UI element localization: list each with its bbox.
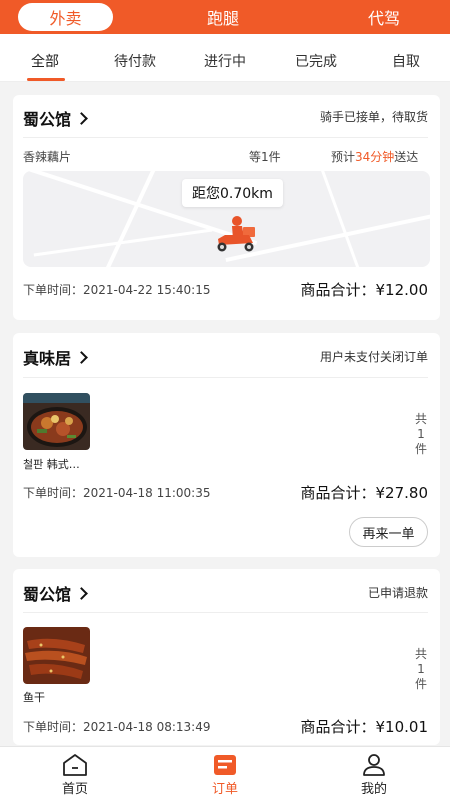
order-status: 用户未支付关闭订单 [319,350,428,364]
shop-link[interactable]: 蜀公馆 [23,106,88,130]
nav-home[interactable]: 首页 [45,747,105,800]
tab-all[interactable]: 全部 [31,51,59,71]
tab-waimai[interactable]: 外卖 [18,3,113,31]
active-tab-indicator [27,78,65,81]
product-image[interactable] [23,627,90,684]
order-time-value: 2021-04-18 11:00:35 [83,486,211,500]
tab-completed[interactable]: 已完成 [295,51,337,71]
item-quantity: 等1件 [249,150,281,164]
order-total: 商品合计：¥12.00 [300,279,428,300]
eta-time: 34分钟 [355,150,395,164]
shop-link[interactable]: 蜀公馆 [23,581,88,605]
divider [23,612,428,613]
home-icon [63,754,87,776]
product-name: 鱼干 [23,691,45,704]
chevron-right-icon [75,111,88,125]
tab-in-progress[interactable]: 进行中 [204,51,246,71]
distance-label: 距您0.70km [182,179,283,207]
bottom-navigation: 首页 订单 我的 [0,746,450,800]
item-count: 共 1 件 [414,412,428,457]
order-total: 商品合计：¥27.80 [300,482,428,503]
scooter-rider-icon [217,216,255,252]
shop-name: 蜀公馆 [23,110,72,129]
total-label: 商品合计： [300,281,376,299]
order-card[interactable]: 真味居 用户未支付关闭订单 철판 韩式… 共 1 件 下单时间：2021-04-… [13,333,440,557]
total-value: ¥12.00 [375,281,429,299]
tab-pending-payment[interactable]: 待付款 [114,51,156,71]
delivery-map[interactable]: 距您0.70km [23,171,430,267]
order-status: 已申请退款 [367,586,428,600]
chevron-right-icon [75,586,88,600]
orders-icon [214,755,236,775]
nav-mine[interactable]: 我的 [344,747,404,800]
reorder-button[interactable]: 再来一单 [349,517,428,547]
order-status: 骑手已接单，待取货 [319,110,428,124]
order-time-value: 2021-04-18 08:13:49 [83,720,211,734]
total-value: ¥10.01 [375,718,429,736]
order-card[interactable]: 蜀公馆 骑手已接单，待取货 香辣藕片 等1件 预计34分钟送达 距您0.70km… [13,95,440,320]
nav-mine-label: 我的 [360,782,387,797]
count-prefix: 共 [414,647,427,661]
user-icon [363,754,385,776]
item-name: 香辣藕片 [23,150,72,164]
order-time-value: 2021-04-22 15:40:15 [83,283,211,297]
map-road [319,171,370,267]
shop-name: 真味居 [23,349,72,368]
divider [23,137,428,138]
chevron-right-icon [75,350,88,364]
divider [23,377,428,378]
count-number: 1 [417,427,425,441]
order-filter-tabs: 全部 待付款 进行中 已完成 自取 [0,34,450,82]
order-card[interactable]: 蜀公馆 已申请退款 鱼干 共 1 件 下单时间：2021-04-18 08:13… [13,569,440,745]
count-number: 1 [417,662,425,676]
shop-link[interactable]: 真味居 [23,345,88,369]
count-suffix: 件 [414,677,427,691]
order-time: 下单时间：2021-04-18 11:00:35 [23,484,210,501]
product-image[interactable] [23,393,90,450]
order-total: 商品合计：¥10.01 [300,716,428,737]
nav-orders[interactable]: 订单 [195,747,255,800]
order-time-label: 下单时间： [23,720,84,734]
tab-self-pickup[interactable]: 自取 [392,51,420,71]
count-prefix: 共 [414,412,427,426]
order-time: 下单时间：2021-04-18 08:13:49 [23,718,210,735]
map-road [93,171,157,267]
nav-orders-label: 订单 [211,782,238,797]
order-time: 下单时间：2021-04-22 15:40:15 [23,281,210,298]
tab-daijia[interactable]: 代驾 [368,0,400,34]
eta-prefix: 预计 [331,150,356,164]
count-suffix: 件 [414,442,427,456]
nav-home-label: 首页 [61,782,88,797]
shop-name: 蜀公馆 [23,585,72,604]
eta-text: 预计34分钟送达 [331,148,418,165]
total-label: 商品合计： [300,484,376,502]
total-label: 商品合计： [300,718,376,736]
order-time-label: 下单时间： [23,486,84,500]
order-time-label: 下单时间： [23,283,84,297]
product-name: 철판 韩式… [23,458,80,471]
tab-paotui[interactable]: 跑腿 [207,0,239,34]
service-switcher: 外卖 跑腿 代驾 [0,0,450,34]
eta-suffix: 送达 [394,150,419,164]
total-value: ¥27.80 [375,484,429,502]
item-count: 共 1 件 [414,647,428,692]
